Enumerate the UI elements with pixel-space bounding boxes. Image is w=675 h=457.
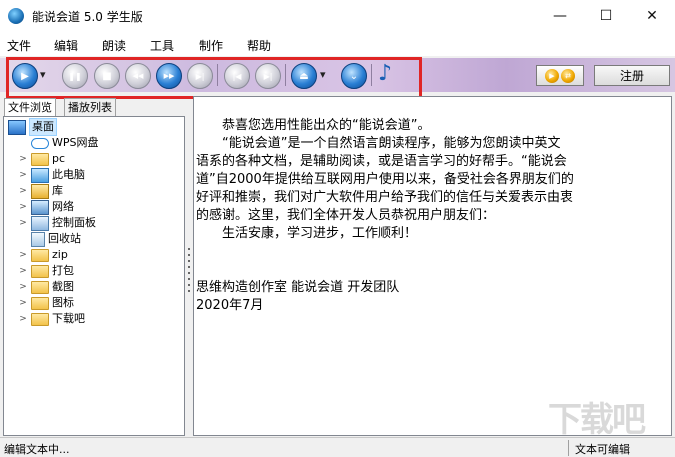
splitter-grip: [188, 248, 190, 250]
register-button[interactable]: 注册: [594, 65, 670, 86]
splitter-grip: [188, 254, 190, 256]
expand-arrow-icon[interactable]: >: [18, 279, 28, 295]
folder-icon: [31, 312, 49, 326]
expand-arrow-icon[interactable]: >: [18, 215, 28, 231]
text-line: 的感谢。这里，我们全体开发人员恭祝用户朋友们：: [196, 208, 496, 223]
splitter-grip: [188, 260, 190, 262]
tree-node-label: 打包: [52, 264, 74, 277]
text-line: 恭喜您选用性能出众的“能说会道”。: [196, 118, 431, 133]
tree-node-label: pc: [52, 152, 66, 165]
tree-node-label: 网络: [52, 200, 74, 213]
tab-playlist[interactable]: 播放列表: [64, 98, 116, 117]
tree-node-downloads[interactable]: > 下载吧: [18, 311, 85, 327]
tree-node-label: 图标: [52, 296, 74, 309]
menu-edit[interactable]: 编辑: [54, 37, 78, 54]
tree-node-pc-user[interactable]: > pc: [18, 151, 65, 167]
splitter-grip: [188, 290, 190, 292]
folder-icon: [31, 248, 49, 262]
expand-arrow-icon[interactable]: >: [18, 295, 28, 311]
menu-read[interactable]: 朗读: [102, 37, 126, 54]
maximize-button[interactable]: ☐: [583, 0, 629, 32]
tree-node-zip[interactable]: > zip: [18, 247, 68, 263]
status-text: 编辑文本中...: [4, 443, 70, 456]
recycle-bin-icon: [31, 231, 45, 247]
splitter-grip: [188, 278, 190, 280]
tree-node-wps[interactable]: WPS网盘: [18, 135, 99, 151]
tree-node-control-panel[interactable]: > 控制面板: [18, 215, 96, 231]
expand-arrow-icon[interactable]: >: [18, 199, 28, 215]
tree-node-label: WPS网盘: [52, 136, 99, 149]
desktop-icon: [8, 119, 26, 135]
highlight-box: [6, 57, 422, 99]
tree-node-label: 截图: [52, 280, 74, 293]
tree-node-label: 控制面板: [52, 216, 96, 229]
tree-node-label: 此电脑: [52, 168, 85, 181]
tree-node-label: 桌面: [29, 118, 57, 136]
tree-node-desktop[interactable]: 桌面: [8, 118, 57, 136]
folder-icon: [31, 264, 49, 278]
text-line: 语系的各种文档，是辅助阅读，或是语言学习的好帮手。“能说会: [196, 154, 567, 169]
expand-arrow-icon[interactable]: >: [18, 263, 28, 279]
library-icon: [31, 183, 49, 199]
tree-node-pack[interactable]: > 打包: [18, 263, 74, 279]
expand-arrow-icon[interactable]: >: [18, 167, 28, 183]
user-folder-icon: [31, 152, 49, 166]
text-line: “能说会道”是一个自然语言朗读程序，能够为您朗读中英文: [196, 136, 561, 151]
title-bar: 能说会道 5.0 学生版 — ☐ ✕: [0, 0, 675, 32]
control-panel-icon: [31, 215, 49, 231]
status-divider: [568, 440, 569, 456]
tree-node-label: 库: [52, 184, 63, 197]
text-editor[interactable]: 恭喜您选用性能出众的“能说会道”。 “能说会道”是一个自然语言朗读程序，能够为您…: [193, 96, 672, 436]
tab-file-browser[interactable]: 文件浏览: [4, 98, 56, 117]
window-title: 能说会道 5.0 学生版: [32, 10, 143, 24]
text-line: 好评和推崇，我们对广大软件用户给予我们的信任与关爱表示由衷: [196, 190, 574, 205]
edit-mode-status: 文本可编辑: [575, 443, 630, 456]
tree-node-this-pc[interactable]: > 此电脑: [18, 167, 85, 183]
tree-node-recycle-bin[interactable]: 回收站: [18, 231, 81, 247]
file-tree[interactable]: 桌面 WPS网盘 > pc > 此电脑 > 库 > 网络 > 控制面板 回收站 …: [3, 116, 185, 436]
swap-icon: ⇄: [561, 68, 575, 83]
expand-arrow-icon[interactable]: >: [18, 151, 28, 167]
app-icon: [8, 8, 24, 24]
folder-icon: [31, 296, 49, 310]
tree-node-screenshots[interactable]: > 截图: [18, 279, 74, 295]
text-line: 道”自2000年提供给互联网用户使用以来，备受社会各界朋友们的: [196, 172, 574, 187]
menu-file[interactable]: 文件: [7, 37, 31, 54]
splitter-grip: [188, 266, 190, 268]
tree-node-library[interactable]: > 库: [18, 183, 63, 199]
voice-settings-group[interactable]: ▶ ⇄: [536, 65, 584, 86]
panel-splitter[interactable]: [186, 116, 192, 436]
tree-node-label: 下载吧: [52, 312, 85, 325]
text-line: 生活安康，学习进步，工作顺利！: [196, 226, 418, 241]
menu-help[interactable]: 帮助: [247, 37, 271, 54]
text-line: 2020年7月: [196, 298, 264, 313]
menu-make[interactable]: 制作: [199, 37, 223, 54]
close-button[interactable]: ✕: [629, 0, 675, 32]
tree-node-label: 回收站: [48, 232, 81, 245]
tree-node-label: zip: [52, 248, 68, 261]
minimize-button[interactable]: —: [537, 0, 583, 32]
computer-icon: [31, 167, 49, 183]
tree-node-network[interactable]: > 网络: [18, 199, 74, 215]
folder-icon: [31, 280, 49, 294]
status-bar: 编辑文本中... 文本可编辑: [0, 437, 675, 457]
text-line: 思维构造创作室 能说会道 开发团队: [196, 280, 400, 295]
expand-arrow-icon[interactable]: >: [18, 183, 28, 199]
cloud-icon: [31, 137, 49, 149]
expand-arrow-icon[interactable]: >: [18, 311, 28, 327]
watermark-logo: 下载吧: [548, 400, 646, 440]
splitter-grip: [188, 284, 190, 286]
tree-node-icons[interactable]: > 图标: [18, 295, 74, 311]
expand-arrow-icon[interactable]: >: [18, 247, 28, 263]
play-small-icon: ▶: [545, 68, 559, 83]
panel-tabs: 文件浏览 播放列表: [0, 96, 188, 117]
menu-bar: 文件 编辑 朗读 工具 制作 帮助: [0, 32, 675, 56]
menu-tools[interactable]: 工具: [150, 37, 174, 54]
splitter-grip: [188, 272, 190, 274]
network-icon: [31, 199, 49, 215]
